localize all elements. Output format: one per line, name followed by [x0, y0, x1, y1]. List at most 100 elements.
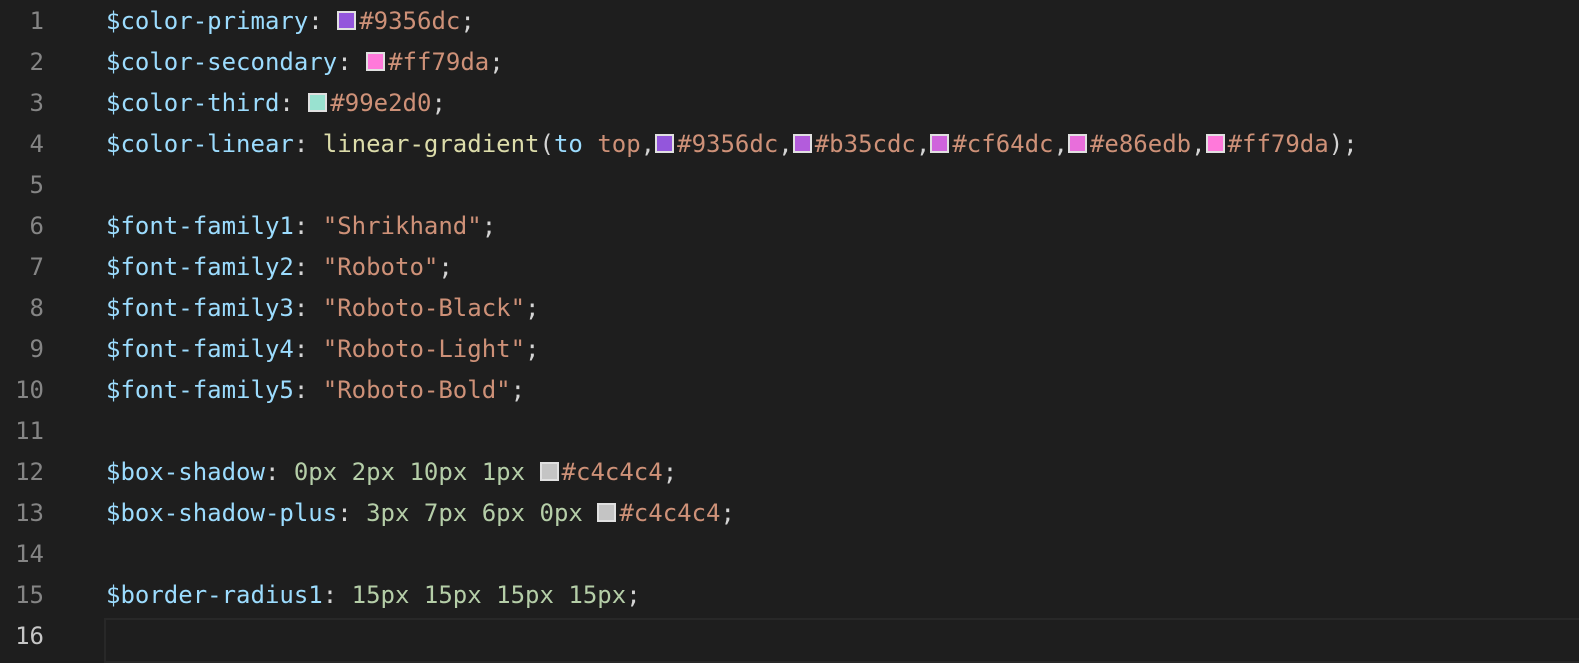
line-number: 14 [15, 540, 44, 568]
code-token: $font-family5 [106, 376, 294, 404]
code-text[interactable]: $font-family5: "Roboto-Bold"; [106, 370, 525, 411]
code-text[interactable]: $color-linear: linear-gradient(to top, #9… [106, 124, 1358, 165]
color-swatch-icon[interactable] [792, 134, 812, 153]
line-number: 15 [15, 581, 44, 609]
code-line[interactable]: 8 $font-family3: "Roboto-Black"; [0, 288, 1579, 329]
code-token: : [293, 253, 323, 281]
line-number: 12 [15, 458, 44, 486]
code-text[interactable]: $box-shadow-plus: 3px 7px 6px 0px #c4c4c… [106, 493, 735, 534]
color-swatch-icon[interactable] [655, 134, 675, 153]
code-line[interactable]: 14 [0, 534, 1579, 575]
code-token: $box-shadow-plus [106, 499, 338, 527]
code-token: : [293, 376, 323, 404]
code-token: , [640, 130, 656, 158]
code-text[interactable]: $color-third: #99e2d0; [106, 83, 446, 124]
code-text[interactable]: $font-family4: "Roboto-Light"; [106, 329, 540, 370]
code-token: : [293, 130, 323, 158]
code-token: : [322, 581, 352, 609]
code-token: ; [525, 294, 540, 322]
code-line[interactable]: 6 $font-family1: "Shrikhand"; [0, 206, 1579, 247]
color-swatch-icon[interactable] [366, 52, 386, 71]
line-number: 8 [29, 294, 44, 322]
color-swatch-icon[interactable] [308, 93, 328, 112]
code-token: 6px [481, 499, 526, 527]
code-token: $font-family4 [106, 335, 294, 363]
code-line[interactable]: 11 [0, 411, 1579, 452]
line-number: 4 [29, 130, 44, 158]
line-number: 1 [29, 7, 44, 35]
code-token: : [279, 89, 309, 117]
color-swatch-icon[interactable] [597, 503, 617, 522]
code-token: : [293, 294, 323, 322]
code-token: 15px [496, 581, 554, 609]
code-text[interactable]: $font-family1: "Shrikhand"; [106, 206, 496, 247]
code-token: $font-family2 [106, 253, 294, 281]
code-text[interactable]: $font-family2: "Roboto"; [106, 247, 453, 288]
code-token: ; [489, 48, 504, 76]
code-token: ; [431, 89, 446, 117]
code-text[interactable]: $box-shadow: 0px 2px 10px 1px #c4c4c4; [106, 452, 677, 493]
code-text[interactable]: $border-radius1: 15px 15px 15px 15px; [106, 575, 641, 616]
code-text[interactable]: $color-primary: #9356dc; [106, 1, 475, 42]
code-token: $box-shadow [106, 458, 265, 486]
code-line[interactable]: 15 $border-radius1: 15px 15px 15px 15px; [0, 575, 1579, 616]
line-number: 5 [29, 171, 44, 199]
color-swatch-icon[interactable] [1205, 134, 1225, 153]
code-line[interactable]: 16 [0, 616, 1579, 663]
code-token: , [915, 130, 931, 158]
code-token: ; [460, 7, 475, 35]
code-token: : [337, 499, 367, 527]
code-token: 1px [481, 458, 526, 486]
line-number: 10 [15, 376, 44, 404]
code-line[interactable]: 12 $box-shadow: 0px 2px 10px 1px #c4c4c4; [0, 452, 1579, 493]
code-token: top [597, 130, 641, 158]
line-number: 2 [29, 48, 44, 76]
code-token: : [293, 212, 323, 240]
code-token: #9356dc [677, 130, 779, 158]
code-token: to [553, 130, 583, 158]
code-line[interactable]: 4 $color-linear: linear-gradient(to top, #… [0, 124, 1579, 165]
code-token: "Roboto-Bold" [322, 376, 511, 404]
code-token: ( [539, 130, 554, 158]
code-token: ; [510, 376, 526, 404]
color-swatch-icon[interactable] [1067, 134, 1087, 153]
code-line[interactable]: 9 $font-family4: "Roboto-Light"; [0, 329, 1579, 370]
code-line[interactable]: 5 [0, 165, 1579, 206]
color-swatch-icon[interactable] [539, 462, 559, 481]
code-token: : [337, 48, 367, 76]
code-line[interactable]: 13 $box-shadow-plus: 3px 7px 6px 0px #c4c… [0, 493, 1579, 534]
code-token: $font-family1 [106, 212, 294, 240]
code-token: #c4c4c4 [561, 458, 663, 486]
code-token: #ff79da [1227, 130, 1329, 158]
code-token: 0px [539, 499, 583, 527]
code-line[interactable]: 2 $color-secondary: #ff79da; [0, 42, 1579, 83]
code-token: #c4c4c4 [619, 499, 721, 527]
code-token: $color-secondary [106, 48, 338, 76]
code-text[interactable]: $font-family3: "Roboto-Black"; [106, 288, 540, 329]
code-text[interactable]: $color-secondary: #ff79da; [106, 42, 504, 83]
code-token: 15px [423, 581, 482, 609]
code-token: $color-third [106, 89, 280, 117]
code-line[interactable]: 1 $color-primary: #9356dc; [0, 1, 1579, 42]
color-swatch-icon[interactable] [337, 11, 357, 30]
code-token: #e86edb [1089, 130, 1192, 158]
code-token: #99e2d0 [330, 89, 432, 117]
line-number: 6 [29, 212, 44, 240]
code-token: $color-linear [106, 130, 294, 158]
color-swatch-icon[interactable] [930, 134, 950, 153]
code-token: ); [1328, 130, 1358, 158]
line-number: 11 [15, 417, 44, 445]
code-line[interactable]: 7 $font-family2: "Roboto"; [0, 247, 1579, 288]
code-line[interactable]: 10 $font-family5: "Roboto-Bold"; [0, 370, 1579, 411]
code-line[interactable]: 3 $color-third: #99e2d0; [0, 83, 1579, 124]
code-editor[interactable]: 1 $color-primary: #9356dc; 2 $color-seconda… [0, 0, 1579, 663]
code-token: : [308, 7, 338, 35]
